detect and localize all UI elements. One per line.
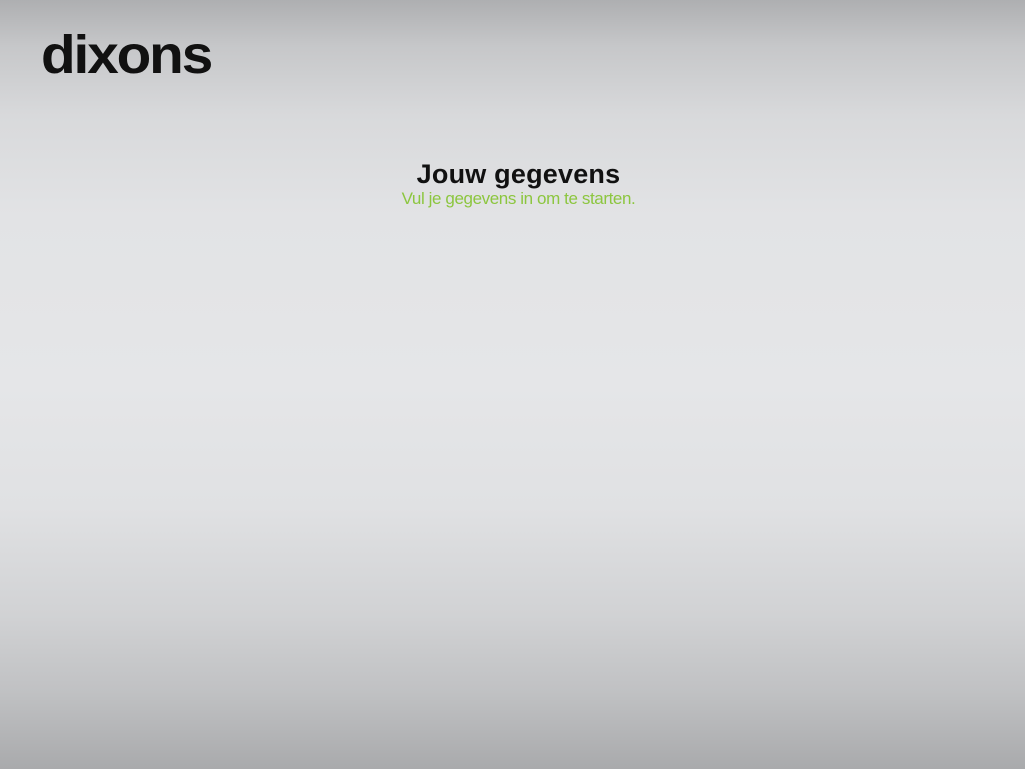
page: { "brand": { "logo_text": "dixons" }, "h… (0, 0, 1025, 769)
page-subtitle: Vul je gegevens in om te starten. (401, 189, 636, 208)
dixons-logo: dixons (41, 25, 213, 85)
page-heading: Jouw gegevens Vul je gegevens in om te s… (0, 159, 1025, 209)
page-title: Jouw gegevens (416, 159, 621, 189)
